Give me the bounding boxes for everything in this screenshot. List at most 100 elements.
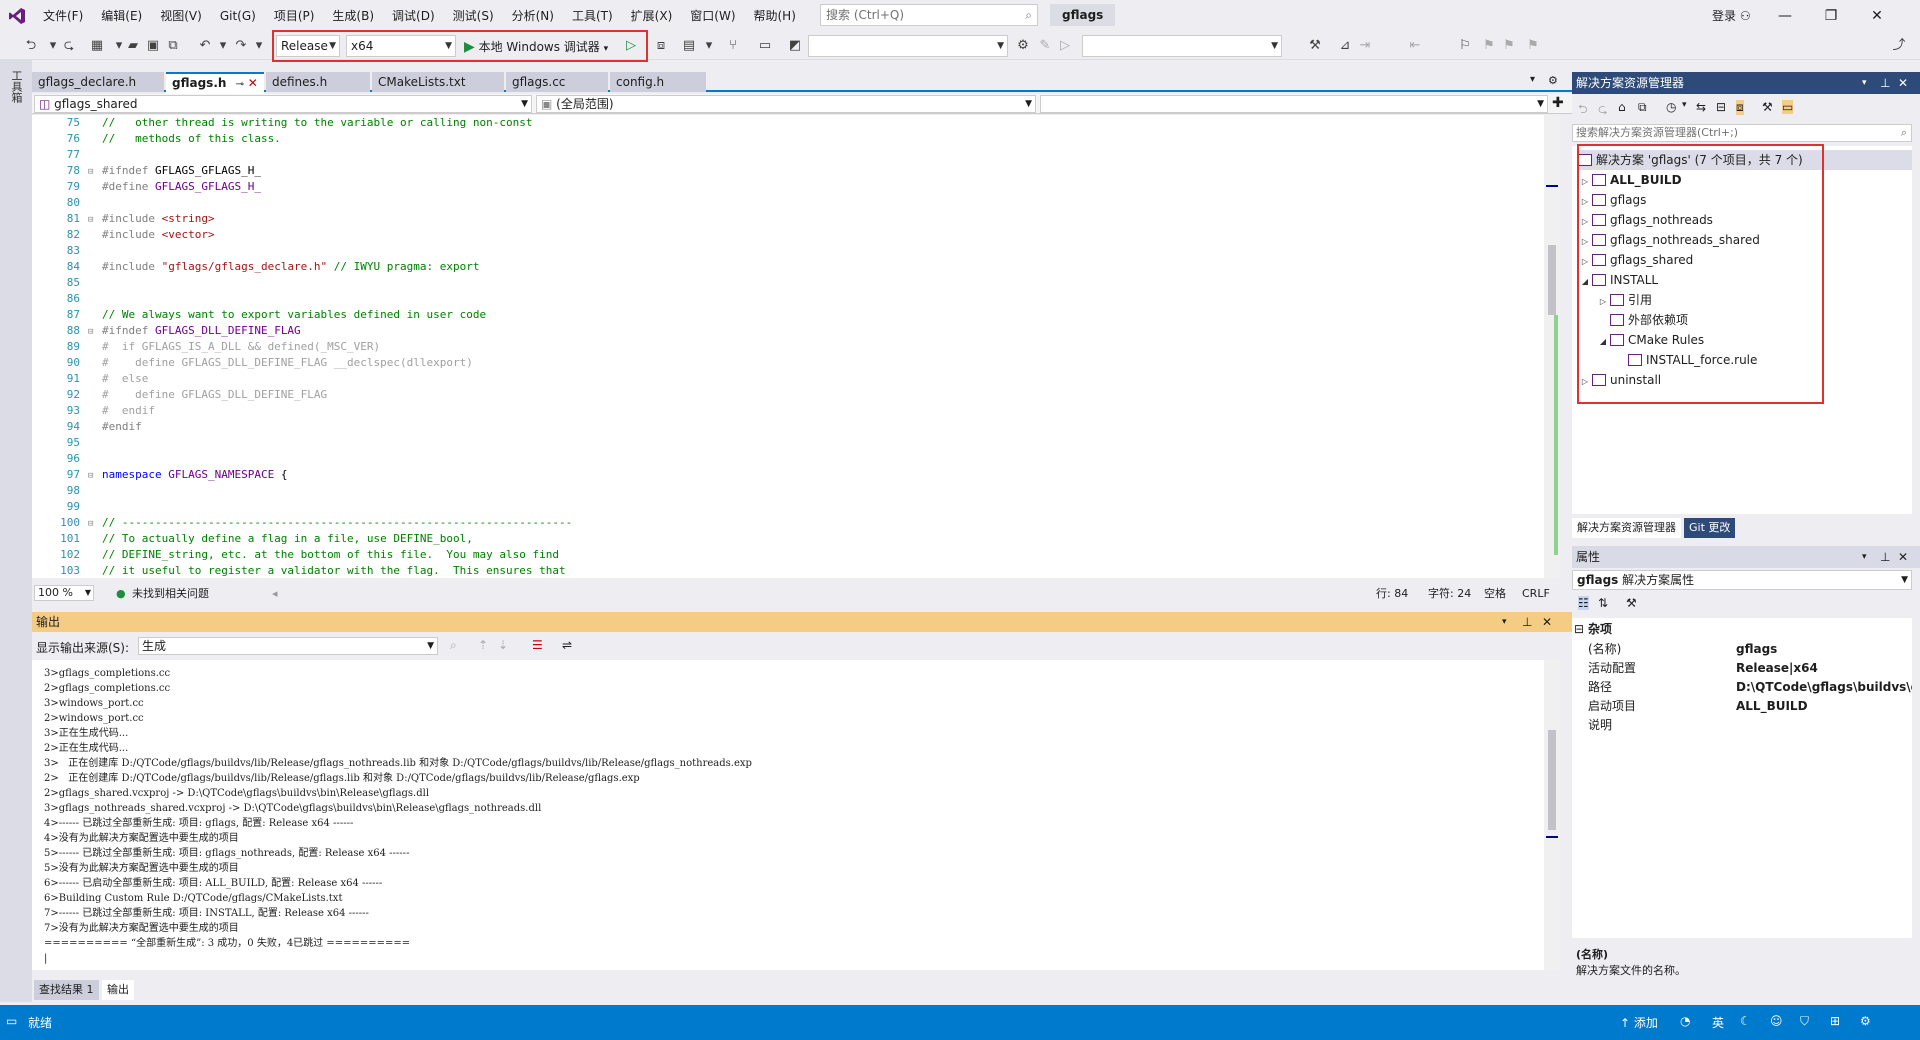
- code-line[interactable]: 93 # endif: [32, 403, 1532, 419]
- restore-button[interactable]: ❐: [1808, 0, 1854, 32]
- bottom-tab[interactable]: 输出: [102, 980, 134, 1000]
- visual-studio-logo-icon[interactable]: [0, 0, 34, 32]
- dropdown-arrow-icon[interactable]: ▾: [214, 37, 232, 55]
- new-project-icon[interactable]: ▦: [88, 37, 106, 55]
- scroll-left-icon[interactable]: ◂: [272, 585, 278, 603]
- comment-icon[interactable]: ▭: [756, 37, 774, 55]
- git-icon[interactable]: ⑂: [724, 37, 742, 55]
- redo-icon[interactable]: ↷: [232, 37, 250, 55]
- menu-item[interactable]: 生成(B): [323, 0, 383, 32]
- output-text[interactable]: 3>gflags_completions.cc 2>gflags_completi…: [32, 660, 1544, 970]
- code-line[interactable]: 83: [32, 243, 1532, 259]
- char-number-status[interactable]: 字符: 24: [1428, 585, 1471, 603]
- switch-views-icon[interactable]: ⧉: [1638, 100, 1647, 115]
- properties-wrench-icon[interactable]: ⚒: [1762, 100, 1773, 114]
- dropdown-arrow-icon[interactable]: ▾: [250, 37, 268, 55]
- code-line[interactable]: 98: [32, 483, 1532, 499]
- menu-item[interactable]: 文件(F): [34, 0, 92, 32]
- line-number-status[interactable]: 行: 84: [1376, 585, 1408, 603]
- tools-icon[interactable]: ⚒: [1306, 37, 1324, 55]
- code-line[interactable]: 97 ⊟ namespace GFLAGS_NAMESPACE {: [32, 467, 1532, 483]
- indent-icon[interactable]: ⇥: [1356, 37, 1374, 55]
- breakpoint-icon[interactable]: ⊿: [1336, 37, 1354, 55]
- code-line[interactable]: 90 # define GFLAGS_DLL_DEFINE_FLAG __decl…: [32, 355, 1532, 371]
- browse-icon[interactable]: ⧈: [652, 37, 670, 55]
- home-icon[interactable]: ⌂: [1618, 100, 1626, 114]
- moon-icon[interactable]: ☾: [1740, 1014, 1751, 1028]
- close-panel-icon[interactable]: ✕: [1898, 72, 1908, 94]
- menu-item[interactable]: Git(G): [211, 0, 265, 32]
- back-icon[interactable]: ⮌: [22, 37, 40, 55]
- editor-tab[interactable]: CMakeLists.txt: [372, 72, 504, 92]
- code-line[interactable]: 103 // it useful to register a validator …: [32, 563, 1532, 578]
- save-all-icon[interactable]: ⧉: [164, 37, 182, 55]
- fold-icon[interactable]: ⊟: [88, 164, 102, 180]
- solution-search-input[interactable]: 搜索解决方案资源管理器(Ctrl+;) ⌕: [1572, 124, 1912, 142]
- prev-message-icon[interactable]: ⇡: [478, 638, 488, 652]
- code-line[interactable]: 89 # if GFLAGS_IS_A_DLL && defined(_MSC_V…: [32, 339, 1532, 355]
- editor-tab[interactable]: gflags.cc: [506, 72, 608, 92]
- settings-gear-icon[interactable]: ⚙: [1548, 74, 1558, 87]
- word-wrap-icon[interactable]: ⇌: [562, 638, 572, 652]
- minimize-button[interactable]: —: [1762, 0, 1808, 32]
- properties-object-select[interactable]: gflags 解决方案属性 ▼: [1572, 570, 1912, 590]
- clear-bookmarks-icon[interactable]: ⚑: [1524, 37, 1542, 55]
- step-icon[interactable]: ▷: [1056, 37, 1074, 55]
- code-line[interactable]: 76 // methods of this class.: [32, 131, 1532, 147]
- menu-item[interactable]: 视图(V): [151, 0, 211, 32]
- menu-item[interactable]: 窗口(W): [681, 0, 744, 32]
- layout-icon[interactable]: ▤: [680, 37, 698, 55]
- menu-item[interactable]: 扩展(X): [622, 0, 682, 32]
- editor-tab[interactable]: config.h: [610, 72, 706, 92]
- editor-vertical-scrollbar[interactable]: [1544, 115, 1560, 578]
- code-line[interactable]: 95: [32, 435, 1532, 451]
- member-nav-select[interactable]: ▼: [1040, 95, 1548, 113]
- menu-item[interactable]: 帮助(H): [745, 0, 805, 32]
- output-vertical-scrollbar[interactable]: [1544, 660, 1560, 970]
- output-source-select[interactable]: 生成 ▼: [138, 637, 438, 655]
- code-line[interactable]: 78 ⊟ #ifndef GFLAGS_GFLAGS_H_: [32, 163, 1532, 179]
- code-line[interactable]: 92 # define GFLAGS_DLL_DEFINE_FLAG: [32, 387, 1532, 403]
- close-window-button[interactable]: ✕: [1854, 0, 1900, 32]
- shirt-icon[interactable]: ⛉: [1800, 1014, 1809, 1029]
- property-row[interactable]: 说明: [1572, 716, 1912, 735]
- next-message-icon[interactable]: ⇣: [498, 638, 508, 652]
- code-line[interactable]: 101 // To actually define a flag in a fil…: [32, 531, 1532, 547]
- close-panel-icon[interactable]: ✕: [1898, 546, 1908, 568]
- ime-indicator[interactable]: 英: [1712, 1014, 1724, 1031]
- category-row[interactable]: ⊟ 杂项: [1572, 620, 1912, 639]
- property-row[interactable]: (名称) gflags: [1572, 640, 1912, 659]
- solution-panel-tab[interactable]: 解决方案资源管理器: [1572, 518, 1681, 538]
- find-message-icon[interactable]: ⌕: [450, 638, 457, 653]
- bookmark-icon[interactable]: ⚐: [1456, 37, 1474, 55]
- menu-item[interactable]: 工具(T): [563, 0, 622, 32]
- editor-tab[interactable]: gflags.h ⊸ ✕: [166, 72, 264, 94]
- zoom-select[interactable]: 100 % ▼: [34, 585, 94, 601]
- code-line[interactable]: 85: [32, 275, 1532, 291]
- grid-icon[interactable]: ⊞: [1830, 1014, 1840, 1028]
- pin-tab-icon[interactable]: ⊸: [232, 79, 244, 90]
- menu-item[interactable]: 编辑(E): [92, 0, 151, 32]
- code-line[interactable]: 96: [32, 451, 1532, 467]
- code-line[interactable]: 102 // DEFINE_string, etc. at the bottom …: [32, 547, 1532, 563]
- split-add-icon[interactable]: ✚: [1552, 95, 1564, 111]
- clear-all-icon[interactable]: ☰: [532, 638, 543, 652]
- editor-tab[interactable]: defines.h: [266, 72, 370, 92]
- property-pages-icon[interactable]: ⚒: [1626, 596, 1637, 610]
- scope-nav-select[interactable]: ▣ (全局范围) ▼: [536, 95, 1036, 113]
- code-editor[interactable]: 75 // other thread is writing to the vari…: [32, 115, 1544, 578]
- toolbox-strip[interactable]: 工具箱: [0, 60, 32, 1002]
- search-input[interactable]: 搜索 (Ctrl+Q) ⌕: [820, 4, 1038, 26]
- eol-status[interactable]: CRLF: [1522, 585, 1550, 603]
- property-row[interactable]: 启动项目 ALL_BUILD: [1572, 697, 1912, 716]
- pin-icon[interactable]: ⊥: [1522, 612, 1532, 632]
- dropdown-arrow-icon[interactable]: ▾: [1502, 612, 1507, 632]
- sync-icon[interactable]: ⇆: [1696, 100, 1706, 114]
- preview-icon[interactable]: ▭: [1782, 100, 1794, 114]
- code-line[interactable]: 84 #include "gflags/gflags_declare.h" // …: [32, 259, 1532, 275]
- categorized-icon[interactable]: ☷: [1578, 596, 1589, 610]
- dropdown-arrow-icon[interactable]: ▾: [700, 37, 718, 55]
- dropdown-arrow-icon[interactable]: ▾: [1682, 100, 1687, 110]
- collapse-all-icon[interactable]: ⊟: [1716, 100, 1726, 114]
- close-tab-icon[interactable]: ✕: [244, 76, 258, 90]
